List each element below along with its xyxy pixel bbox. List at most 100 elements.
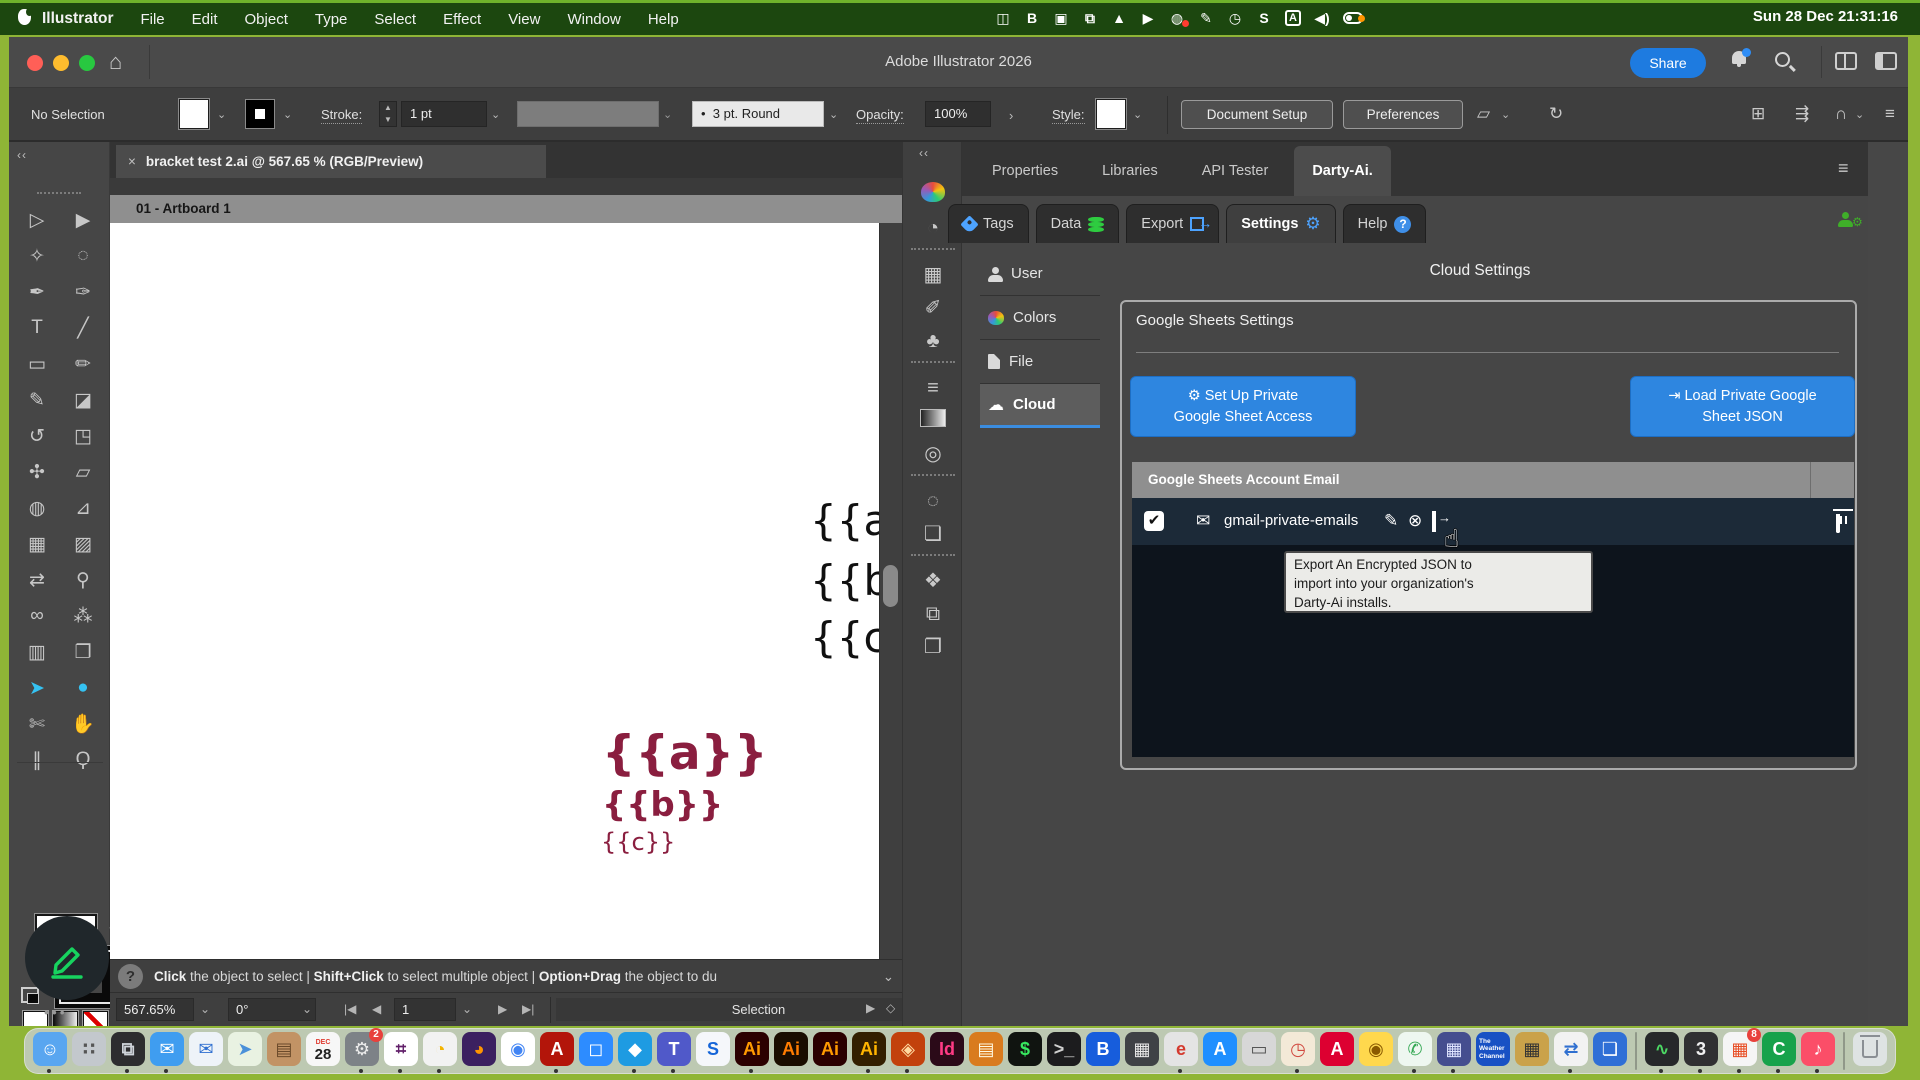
email-row[interactable]: ✔ ✉ gmail-private-emails ✎ ⊗ — [1132, 498, 1854, 545]
opacity-arrow-icon[interactable]: › — [1009, 108, 1013, 123]
trash-icon[interactable] — [1836, 514, 1840, 533]
fab-overflow-dots[interactable]: ••• — [44, 1004, 68, 1020]
dock-item-maps[interactable]: ➤ — [228, 1032, 262, 1066]
tab-properties[interactable]: Properties — [974, 146, 1076, 196]
plugin-pencil-fab[interactable] — [25, 916, 109, 1000]
style-label[interactable]: Style: — [1052, 107, 1085, 124]
dock-item-calculator-pad[interactable]: ▦ — [1515, 1032, 1549, 1066]
strip-drag-handle[interactable] — [911, 361, 955, 365]
controlbar-menu-icon[interactable]: ≡ — [1885, 104, 1895, 124]
dock-item-file-sync[interactable]: ⇄ — [1554, 1032, 1588, 1073]
color-guide-icon[interactable]: ◔ — [917, 215, 949, 241]
opacity-label[interactable]: Opacity: — [856, 107, 904, 124]
type-tool[interactable]: T — [14, 310, 60, 346]
dock-item-planner-clock[interactable]: ◷ — [1281, 1032, 1315, 1073]
dock-item-contacts[interactable]: ▤ — [267, 1032, 301, 1066]
binoculars-icon[interactable]: ◫ — [995, 10, 1011, 27]
dock-item-dock-divider-2[interactable] — [1843, 1032, 1845, 1070]
style-swatch[interactable] — [1095, 98, 1127, 130]
dock-item-finder[interactable]: ☺ — [33, 1032, 67, 1073]
artboard-number-field[interactable]: 1 — [394, 998, 456, 1021]
last-artboard-icon[interactable]: ▶| — [522, 1002, 534, 1016]
search-icon[interactable] — [1775, 52, 1790, 67]
measure-tool[interactable]: ⇄ — [14, 562, 60, 598]
status-mode-field[interactable]: Selection — [556, 998, 961, 1021]
status-diamond-icon[interactable]: ◇ — [886, 1001, 895, 1015]
menu-item-window[interactable]: Window — [567, 11, 620, 28]
swatches-icon[interactable]: ▦ — [917, 262, 949, 288]
corner-widget-chevron-icon[interactable]: ⌄ — [1501, 108, 1510, 121]
canvas-text-red-b[interactable]: {{b}} — [602, 785, 723, 825]
stroke-color-swatch[interactable] — [245, 99, 275, 129]
arrange-icon[interactable]: ⇶ — [1795, 104, 1809, 124]
variable-width-profile-field[interactable]: • 3 pt. Round — [692, 101, 824, 127]
stroke-chevron-icon[interactable]: ⌄ — [283, 108, 292, 121]
slice-tool[interactable]: ✄ — [14, 706, 60, 742]
menu-item-effect[interactable]: Effect — [443, 11, 481, 28]
network-icon[interactable]: ◍ — [1169, 10, 1189, 27]
corner-widget-icon[interactable]: ▱ — [1477, 104, 1490, 124]
strip-drag-handle[interactable] — [911, 248, 955, 252]
canvas-scrollbar-thumb[interactable] — [883, 565, 898, 607]
pencil-tool[interactable]: ✎ — [14, 382, 60, 418]
dock-item-zoom-app[interactable]: ◻ — [579, 1032, 613, 1066]
dock-item-chm-viewer[interactable]: ▤ — [969, 1032, 1003, 1066]
notes-icon[interactable]: ✎ — [1198, 10, 1214, 27]
load-private-json-button[interactable]: ⇥ Load Private Google Sheet JSON — [1630, 376, 1855, 437]
dock-item-weather-channel[interactable]: The Weather Channel — [1476, 1032, 1510, 1066]
curvature-tool[interactable]: ✑ — [60, 274, 106, 310]
zoom-chevron-icon[interactable]: ⌄ — [200, 1002, 210, 1016]
grid-snap-icon[interactable]: ⊞ — [1751, 104, 1765, 124]
dock-item-mail[interactable]: ✉ — [150, 1032, 184, 1073]
dock-item-microsoft-365[interactable]: ▦ 8 — [1723, 1028, 1761, 1073]
zoom-level-field[interactable]: 567.65% — [116, 998, 194, 1021]
blend-tool[interactable]: ∞ — [14, 598, 60, 634]
shape-builder-tool[interactable]: ◍ — [14, 490, 60, 526]
magic-wand-tool[interactable]: ✧ — [14, 238, 60, 274]
plugin-arrow-tool[interactable]: ➤ — [14, 670, 60, 706]
dock-item-zip-3[interactable]: 3 — [1684, 1032, 1718, 1073]
pen-tool[interactable]: ✒ — [14, 274, 60, 310]
text-wrap-icon[interactable]: ∩ — [1835, 104, 1847, 124]
puppet-warp-tool[interactable]: ✣ — [14, 454, 60, 490]
dock-item-system-settings[interactable]: ⚙ 2 — [345, 1028, 383, 1073]
setup-private-access-button[interactable]: ⚙ Set Up Private Google Sheet Access — [1130, 376, 1356, 437]
next-artboard-icon[interactable]: ▶ — [498, 1002, 507, 1016]
s-app-icon[interactable]: S — [1256, 10, 1272, 26]
stroke-weight-field[interactable]: 1 pt — [401, 101, 487, 127]
panel-toggle-icon[interactable] — [1875, 52, 1897, 70]
rectangle-tool[interactable]: ▭ — [14, 346, 60, 382]
volume-icon[interactable]: ◀) — [1314, 10, 1330, 27]
free-transform-tool[interactable]: ▱ — [60, 454, 106, 490]
dock-item-chrome[interactable]: ◉ — [501, 1032, 535, 1066]
eraser-tool[interactable]: ◪ — [60, 382, 106, 418]
dock-item-music[interactable]: ♪ — [1801, 1032, 1835, 1073]
dock-item-indesign[interactable]: Id — [930, 1032, 964, 1066]
prev-artboard-icon[interactable]: ◀ — [372, 1002, 381, 1016]
dock-item-calendar[interactable]: DEC 28 — [306, 1032, 340, 1066]
menu-item-help[interactable]: Help — [648, 11, 679, 28]
plugin-dot-tool[interactable]: ● — [60, 670, 106, 706]
zoom-tool[interactable]: Ϙ — [60, 742, 106, 778]
app-b-icon[interactable]: B — [1024, 10, 1040, 26]
dock-item-illustrator-4[interactable]: Ai — [852, 1032, 886, 1073]
dock-item-cyberduck[interactable]: ◉ — [1359, 1032, 1393, 1066]
opacity-field[interactable]: 100% — [925, 101, 991, 127]
strip-drag-handle[interactable] — [911, 474, 955, 478]
appearance-icon[interactable]: ◌ — [917, 488, 949, 514]
workspace-layout-icon[interactable] — [1835, 52, 1857, 70]
direct-selection-tool[interactable]: ▶ — [60, 202, 106, 238]
toggle-icon[interactable] — [1343, 12, 1365, 24]
graphic-styles-icon[interactable]: ❏ — [917, 521, 949, 547]
lasso-tool[interactable]: ◌ — [60, 238, 106, 274]
width-profile-chevron-icon[interactable]: ⌄ — [829, 108, 838, 121]
share-button[interactable]: Share — [1630, 48, 1706, 78]
brushes-icon[interactable]: ✐ — [917, 295, 949, 321]
play-circle-icon[interactable]: ▶ — [1140, 10, 1156, 27]
menu-item-type[interactable]: Type — [315, 11, 348, 28]
stroke-weight-stepper[interactable]: ▲ ▼ — [379, 101, 397, 127]
symbols-icon[interactable]: ♣ — [917, 328, 949, 354]
print-tiling-tool[interactable]: ∥ — [14, 742, 60, 778]
fill-chevron-icon[interactable]: ⌄ — [217, 108, 226, 121]
eyedropper-tool[interactable]: ⚲ — [60, 562, 106, 598]
